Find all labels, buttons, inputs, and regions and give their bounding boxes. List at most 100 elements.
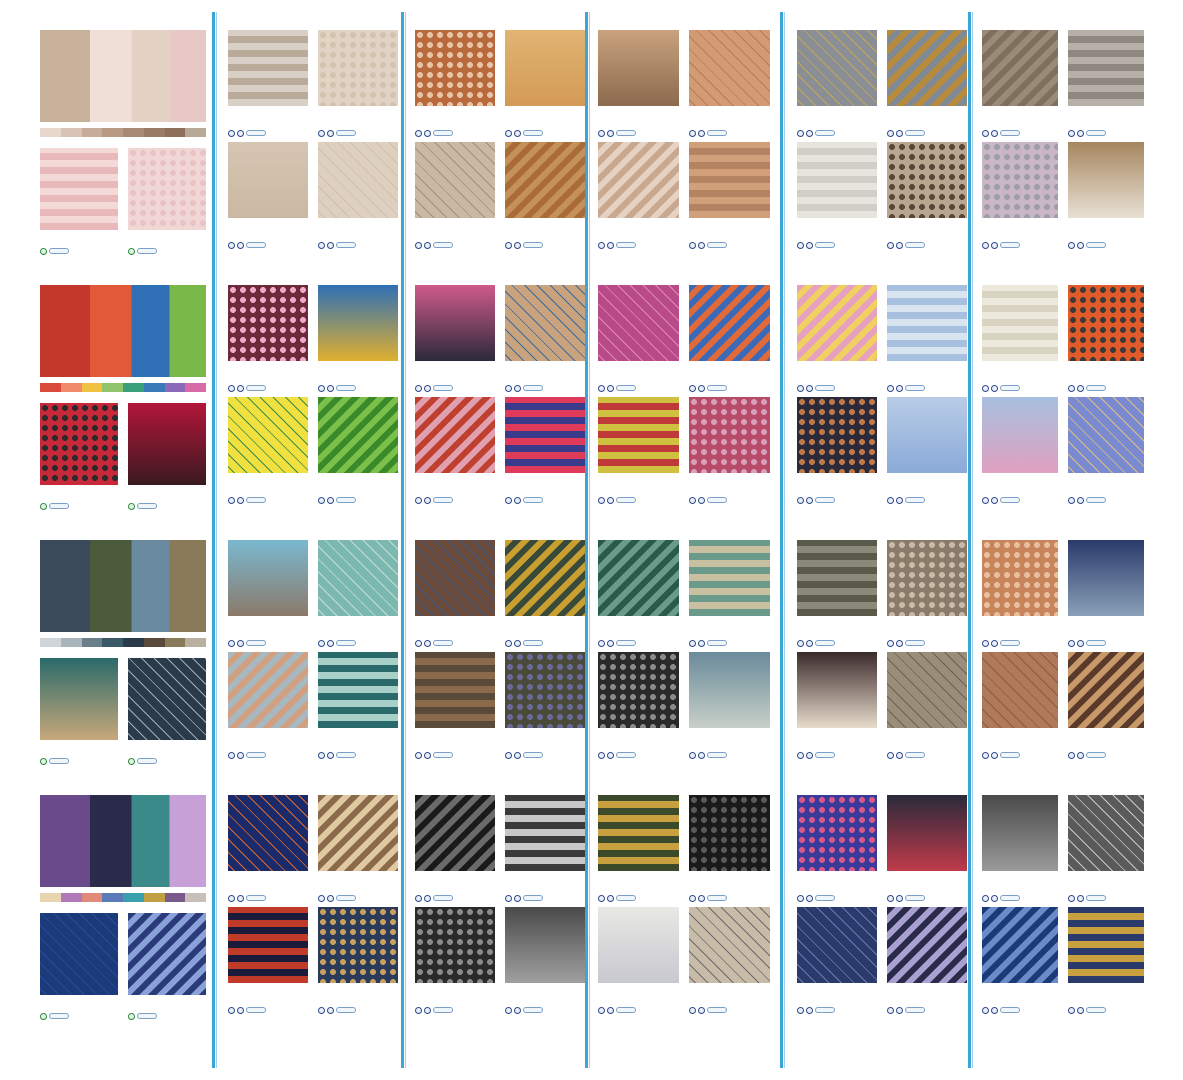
certification-logos [228,385,266,392]
certification-logos [797,385,835,392]
color-swatch [123,893,144,902]
brand-icon [228,242,235,249]
certification-logos [797,895,835,902]
knit-swatch-image [228,907,308,983]
mood-board-image [40,285,206,377]
fashion-photo [797,795,877,871]
recycled-standard-icon [905,640,925,646]
brand-icon [806,1007,813,1014]
certification-logos [598,242,636,249]
knit-swatch-image [797,652,877,728]
certification-logos [128,758,157,765]
color-swatch [40,893,61,902]
brand-icon [689,1007,696,1014]
brand-icon [424,895,431,902]
fashion-photo [689,907,770,983]
page-divider [589,12,590,1068]
catalogue-page [415,285,585,530]
brand-icon [318,242,325,249]
recycled-standard-icon [523,242,543,248]
mood-board-image [40,540,206,632]
brand-icon [327,242,334,249]
brand-icon [415,130,422,137]
catalogue-page [228,795,398,1040]
recycled-standard-icon [137,248,157,254]
brand-icon [327,752,334,759]
knit-swatch-image [598,907,679,983]
brand-icon [415,497,422,504]
brand-icon [514,1007,521,1014]
fashion-photo [598,795,679,871]
page-divider [968,12,971,1068]
certification-logos [887,130,925,137]
recycled-standard-icon [905,1007,925,1013]
certification-logos [318,130,356,137]
catalogue-page [598,795,770,1040]
fashion-photo [982,285,1058,361]
recycled-standard-icon [815,640,835,646]
brand-icon [698,385,705,392]
sustainability-icon [128,1013,135,1020]
certification-logos [40,248,69,255]
recycled-standard-icon [815,385,835,391]
fashion-photo [1068,652,1144,728]
certification-logos [598,497,636,504]
knit-swatch-image [598,397,679,473]
fashion-photo [1068,907,1144,983]
brand-icon [896,497,903,504]
brand-icon [991,895,998,902]
color-swatch [123,383,144,392]
certification-logos [228,497,266,504]
brand-icon [698,1007,705,1014]
brand-icon [896,1007,903,1014]
brand-icon [887,242,894,249]
certification-logos [228,242,266,249]
brand-icon [1077,1007,1084,1014]
catalogue-page [415,30,585,275]
color-palette-strip [40,638,206,647]
fashion-photo [505,397,585,473]
certification-logos [1068,752,1106,759]
brand-icon [797,640,804,647]
certification-logos [228,640,266,647]
brand-icon [607,895,614,902]
recycled-standard-icon [433,497,453,503]
recycled-standard-icon [246,242,266,248]
knit-swatch-image [415,142,495,218]
brand-icon [514,385,521,392]
color-swatch [164,638,186,647]
catalogue-page [228,30,398,275]
brand-icon [1068,1007,1075,1014]
knit-swatch-image [40,403,118,485]
recycled-standard-icon [246,640,266,646]
color-swatch [81,383,103,392]
brand-icon [598,242,605,249]
knit-swatch-image [228,397,308,473]
brand-icon [896,895,903,902]
knit-swatch-image [40,658,118,740]
brand-icon [797,497,804,504]
certification-logos [598,130,636,137]
certification-logos [228,752,266,759]
recycled-standard-icon [137,503,157,509]
fashion-photo [318,142,398,218]
recycled-standard-icon [905,130,925,136]
catalogue-page [40,30,206,275]
fashion-photo [797,285,877,361]
knit-swatch-image [797,142,877,218]
recycled-standard-icon [1000,752,1020,758]
catalogue-page [228,540,398,785]
certification-logos [1068,497,1106,504]
recycled-standard-icon [1000,895,1020,901]
certification-logos [318,1007,356,1014]
brand-icon [424,130,431,137]
certification-logos [797,640,835,647]
certification-logos [689,895,727,902]
color-swatch [123,128,144,137]
fashion-photo [228,285,308,361]
recycled-standard-icon [707,1007,727,1013]
certification-logos [598,385,636,392]
recycled-standard-icon [433,1007,453,1013]
knit-swatch-image [689,30,770,106]
sustainability-icon [40,1013,47,1020]
